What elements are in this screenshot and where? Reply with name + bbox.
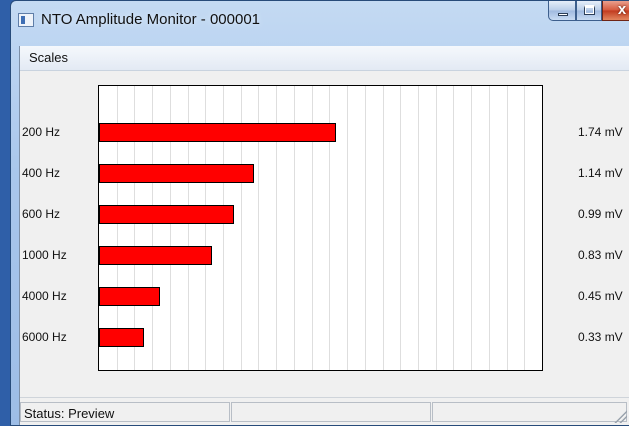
amplitude-value-label: 0.83 mV — [578, 248, 623, 262]
minimize-button[interactable] — [548, 1, 576, 21]
close-icon: x — [617, 1, 627, 18]
app-icon[interactable] — [18, 13, 34, 27]
amplitude-value-label: 0.45 mV — [578, 289, 623, 303]
title-bar[interactable]: NTO Amplitude Monitor - 000001 x — [11, 1, 629, 43]
frequency-label: 400 Hz — [22, 166, 61, 180]
menu-scales[interactable]: Scales — [29, 50, 68, 65]
amplitude-value-label: 0.33 mV — [578, 330, 623, 344]
maximize-button[interactable] — [576, 1, 602, 21]
frequency-label: 600 Hz — [22, 207, 61, 221]
bar-4000-hz — [99, 287, 160, 306]
status-panel-main: Status: Preview — [20, 402, 230, 422]
frequency-label: 1000 Hz — [22, 248, 67, 262]
gridline — [507, 86, 508, 370]
amplitude-value-label: 1.74 mV — [578, 125, 623, 139]
bar-400-hz — [99, 164, 254, 183]
gridline — [400, 86, 401, 370]
frequency-label: 200 Hz — [22, 125, 61, 139]
status-panel-3 — [432, 402, 627, 422]
gridline — [453, 86, 454, 370]
menu-bar: Scales — [20, 46, 629, 71]
frequency-label: 6000 Hz — [22, 330, 67, 344]
gridline — [383, 86, 384, 370]
resize-grip[interactable] — [613, 409, 627, 423]
gridline — [436, 86, 437, 370]
gridline — [524, 86, 525, 370]
bar-6000-hz — [99, 328, 144, 347]
status-bar: Status: Preview — [20, 397, 629, 425]
status-panel-2 — [231, 402, 431, 422]
frequency-label: 4000 Hz — [22, 289, 67, 303]
close-button[interactable]: x — [602, 1, 629, 21]
status-text: Status: Preview — [24, 406, 115, 421]
amplitude-value-label: 0.99 mV — [578, 207, 623, 221]
gridline — [365, 86, 366, 370]
gridline — [471, 86, 472, 370]
bar-600-hz — [99, 205, 234, 224]
bar-1000-hz — [99, 246, 212, 265]
amplitude-value-label: 1.14 mV — [578, 166, 623, 180]
client-area: Scales 200 Hz 1.74 mV 400 Hz 1.14 mV 600 Hz 0… — [19, 46, 629, 425]
gridline — [418, 86, 419, 370]
gridline — [347, 86, 348, 370]
bar-200-hz — [99, 123, 336, 142]
amplitude-chart — [98, 85, 543, 371]
window-title: NTO Amplitude Monitor - 000001 — [41, 11, 261, 28]
gridline — [489, 86, 490, 370]
app-window: NTO Amplitude Monitor - 000001 x Scales … — [10, 0, 629, 426]
